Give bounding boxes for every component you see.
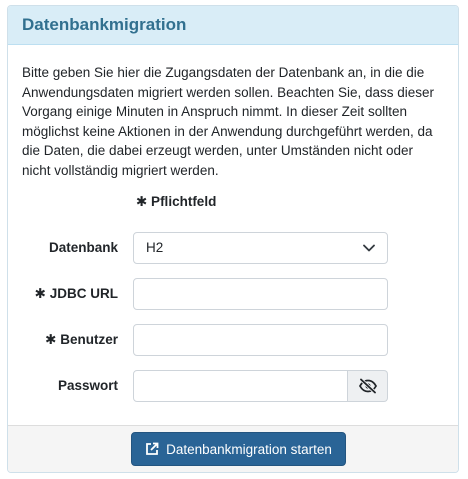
jdbc-url-row: ✱ JDBC URL xyxy=(22,278,446,310)
required-hint: ✱ Pflichtfeld xyxy=(136,194,217,209)
eye-slash-icon xyxy=(358,378,377,394)
intro-text: Bitte geben Sie hier die Zugangsdaten de… xyxy=(22,65,434,178)
password-row: Passwort xyxy=(22,370,446,402)
panel-body: Bitte geben Sie hier die Zugangsdaten de… xyxy=(8,45,458,445)
database-select-value: H2 xyxy=(146,240,164,255)
user-row: ✱ Benutzer xyxy=(22,324,446,356)
toggle-password-visibility-button[interactable] xyxy=(348,370,388,402)
user-label: ✱ Benutzer xyxy=(45,332,118,347)
database-row: Datenbank H2 xyxy=(22,232,446,264)
migration-panel: Datenbankmigration Bitte geben Sie hier … xyxy=(7,5,459,473)
jdbc-url-input[interactable] xyxy=(133,278,388,310)
start-migration-label: Datenbankmigration starten xyxy=(166,441,332,457)
database-label: Datenbank xyxy=(48,240,118,255)
password-label: Passwort xyxy=(57,378,118,393)
user-input[interactable] xyxy=(133,324,388,356)
migration-form: ✱ Pflichtfeld Datenbank H2 ✱ JDBC URL ✱ … xyxy=(22,180,444,445)
external-link-icon xyxy=(146,442,159,455)
jdbc-url-label: ✱ JDBC URL xyxy=(34,286,118,301)
panel-title: Datenbankmigration xyxy=(8,6,458,45)
password-input[interactable] xyxy=(133,370,348,402)
start-migration-button[interactable]: Datenbankmigration starten xyxy=(131,432,346,466)
panel-footer: Datenbankmigration starten xyxy=(8,425,458,472)
database-select[interactable]: H2 xyxy=(133,232,388,264)
chevron-down-icon xyxy=(363,244,375,252)
